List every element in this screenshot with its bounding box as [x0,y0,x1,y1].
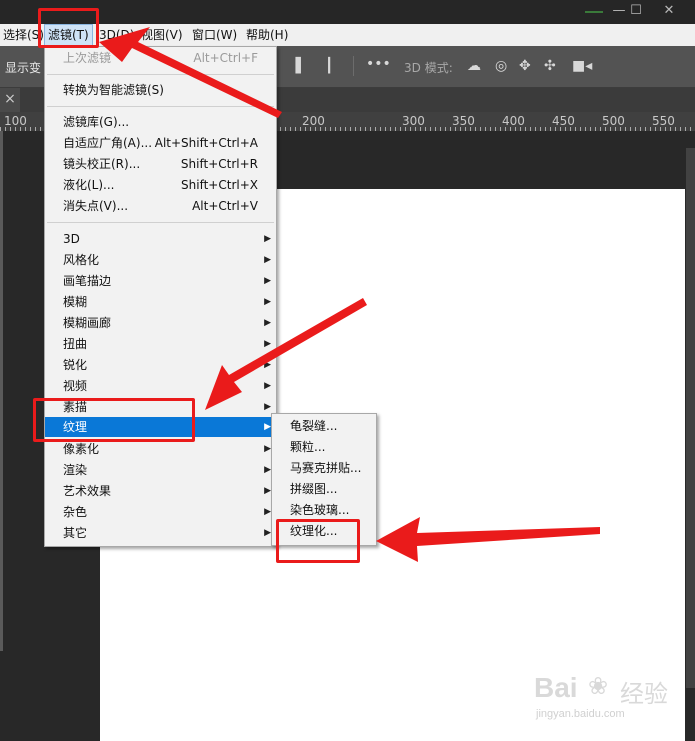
paw-icon: ❀ [588,672,609,700]
watermark-url: jingyan.baidu.com [536,708,625,720]
annotation-arrow-icon [99,27,282,118]
annotation-arrows [99,27,600,562]
annotation-arrow-icon [205,298,367,410]
watermark-brand-suffix: 经验 [620,680,668,708]
watermark-brand: Bai [534,672,578,703]
annotation-arrow-icon [376,517,600,562]
baidu-watermark: Bai ❀ 经验 jingyan.baidu.com [530,660,695,730]
